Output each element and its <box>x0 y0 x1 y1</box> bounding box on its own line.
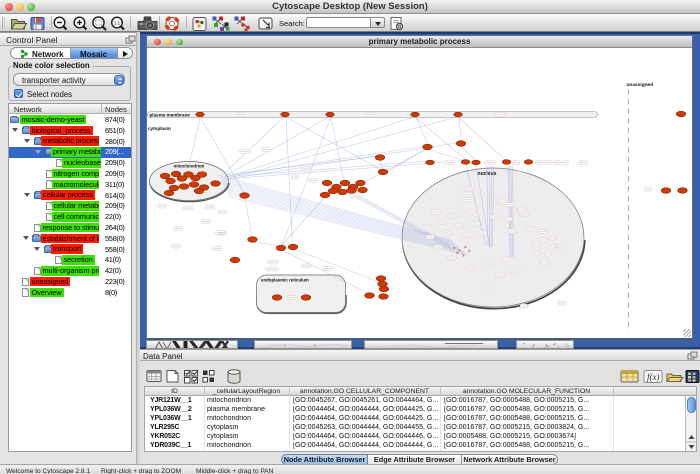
svg-text:unassigned: unassigned <box>627 82 654 88</box>
svg-text:plasma membrane: plasma membrane <box>150 112 191 117</box>
svg-text:1:1: 1:1 <box>114 20 121 25</box>
svg-text:endoplasmic reticulum: endoplasmic reticulum <box>261 278 309 283</box>
svg-text:cytoplasm: cytoplasm <box>148 126 171 131</box>
svg-text:f(x): f(x) <box>647 372 660 382</box>
